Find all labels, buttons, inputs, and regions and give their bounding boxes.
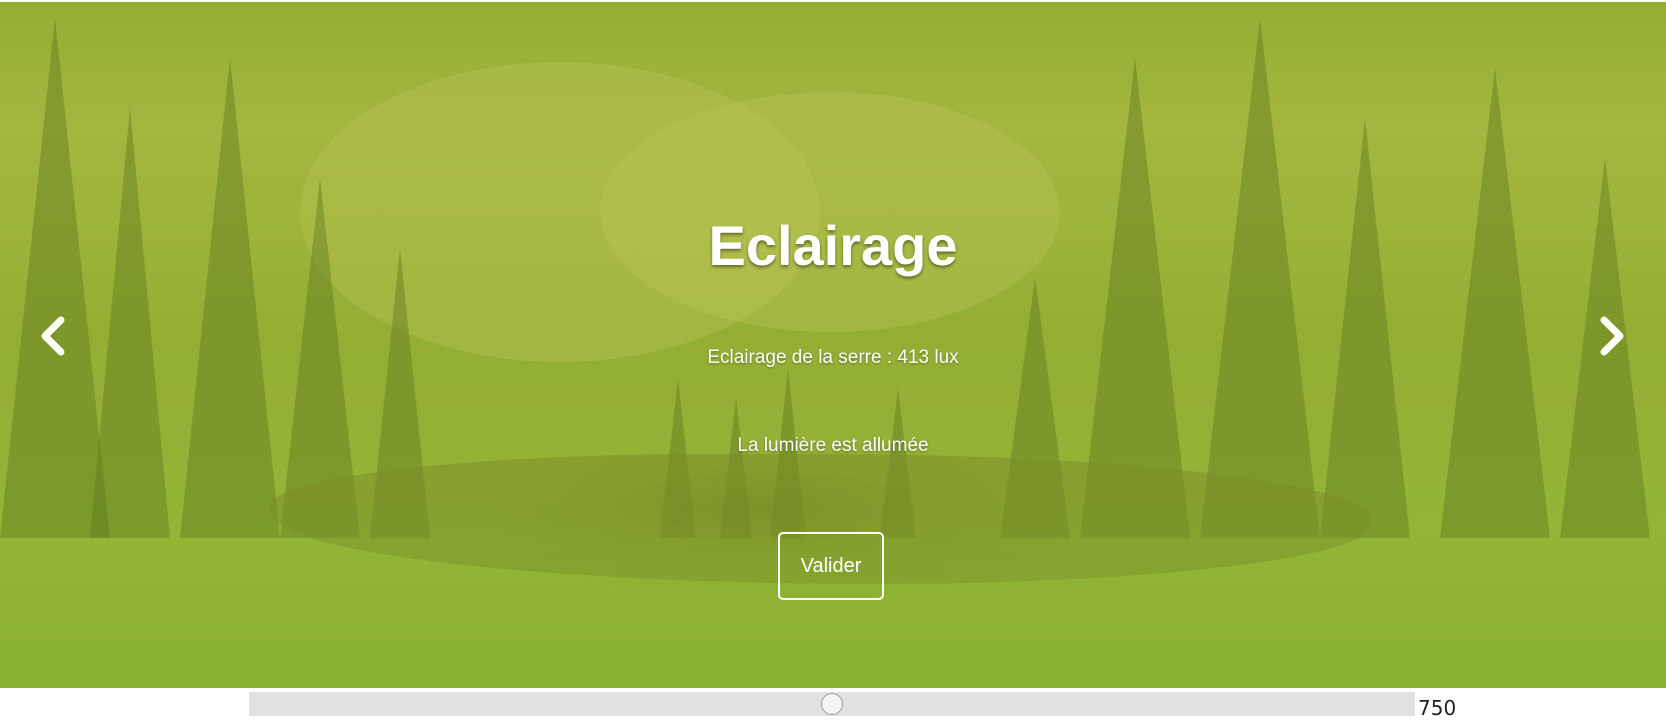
carousel-prev-button[interactable]: [33, 314, 73, 358]
page: Eclairage Eclairage de la serre : 413 lu…: [0, 0, 1666, 723]
validate-button[interactable]: Valider: [778, 532, 884, 600]
chevron-left-icon: [41, 316, 65, 356]
slider-value-label: 750: [1418, 696, 1457, 720]
light-status-text: La lumière est allumée: [737, 435, 929, 456]
light-reading-text: Eclairage de la serre : 413 lux: [707, 347, 959, 368]
chevron-right-icon: [1600, 316, 1624, 356]
carousel-slide: Eclairage Eclairage de la serre : 413 lu…: [0, 2, 1666, 688]
slider-thumb[interactable]: [821, 693, 843, 715]
carousel-next-button[interactable]: [1592, 314, 1632, 358]
light-threshold-slider[interactable]: [249, 692, 1415, 716]
slide-title: Eclairage: [708, 214, 958, 277]
slide-caption: Eclairage Eclairage de la serre : 413 lu…: [0, 2, 1666, 688]
